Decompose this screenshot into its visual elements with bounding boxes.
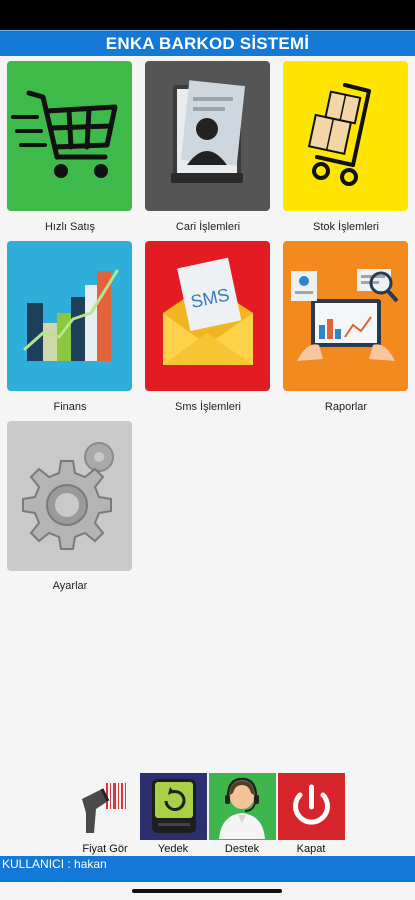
- tile-sms-islemleri[interactable]: SMS: [145, 241, 270, 391]
- backup-drive-icon: [140, 773, 207, 840]
- tile-hizli-satis[interactable]: [7, 61, 132, 211]
- hand-truck-icon: [283, 61, 408, 211]
- current-user-text: KULLANICI : hakan: [2, 857, 107, 871]
- tile-label: Stok İşlemleri: [312, 221, 380, 233]
- bottom-label: Kapat: [296, 843, 326, 855]
- bottom-label: Destek: [224, 843, 260, 855]
- status-bar: [0, 0, 415, 30]
- user-bar: KULLANICI : hakan: [0, 856, 415, 882]
- gears-icon: [7, 421, 132, 571]
- app-title: ENKA BARKOD SİSTEMİ: [105, 34, 310, 53]
- home-indicator[interactable]: [132, 889, 282, 893]
- tile-label: Cari İşlemleri: [175, 221, 241, 233]
- shopping-cart-icon: [7, 61, 132, 211]
- tile-ayarlar[interactable]: [7, 421, 132, 571]
- power-icon: [278, 773, 345, 840]
- sms-envelope-icon: SMS: [145, 241, 270, 391]
- support-agent-icon: [209, 773, 276, 840]
- tile-cari-islemleri[interactable]: [145, 61, 270, 211]
- tile-label: Finans: [53, 401, 87, 413]
- tile-label: Ayarlar: [52, 580, 88, 592]
- tile-label: Sms İşlemleri: [174, 401, 241, 413]
- fiyat-gor-button[interactable]: [72, 773, 139, 840]
- contact-folder-icon: [145, 61, 270, 211]
- bottom-label: Fiyat Gör: [82, 843, 128, 855]
- tile-label: Raporlar: [324, 401, 368, 413]
- report-tablet-icon: [283, 241, 408, 391]
- tile-raporlar[interactable]: [283, 241, 408, 391]
- tile-finans[interactable]: [7, 241, 132, 391]
- kapat-button[interactable]: [278, 773, 345, 840]
- bar-chart-icon: [7, 241, 132, 391]
- tile-label: Hızlı Satış: [44, 221, 96, 233]
- tile-stok-islemleri[interactable]: [283, 61, 408, 211]
- title-bar: ENKA BARKOD SİSTEMİ: [0, 30, 415, 56]
- bottom-label: Yedek: [157, 843, 189, 855]
- barcode-scanner-icon: [72, 773, 139, 840]
- yedek-button[interactable]: [140, 773, 207, 840]
- destek-button[interactable]: [209, 773, 276, 840]
